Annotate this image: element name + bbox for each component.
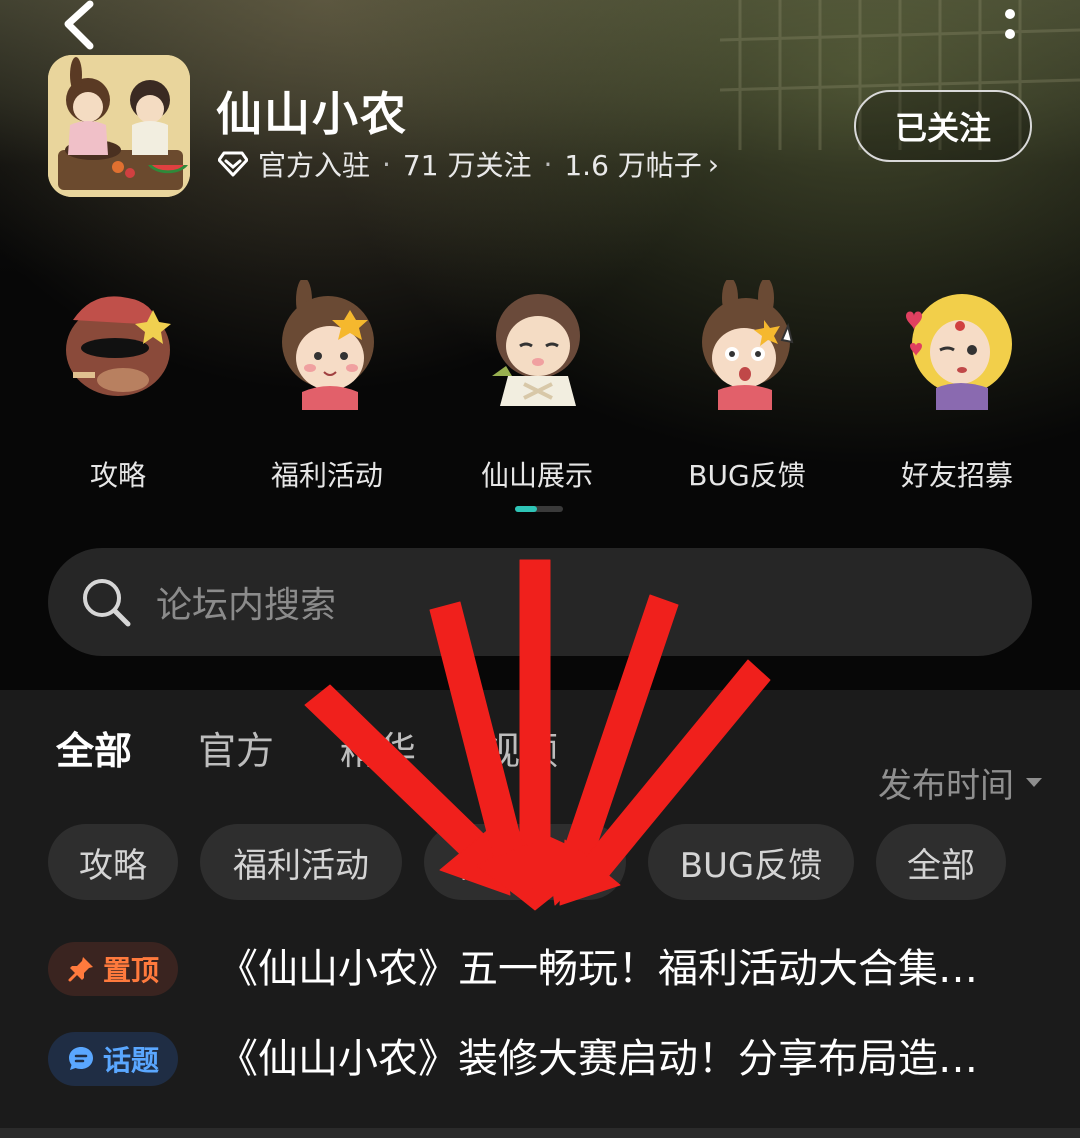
category-label: 仙山展示 — [480, 459, 593, 492]
badge-label: 话题 — [102, 1044, 159, 1077]
feed-section: 全部 官方 精华 视频 发布时间 攻略 福利活动 仙山展示 BUG反馈 全部 置… — [0, 690, 1080, 1138]
chip-guide[interactable]: 攻略 — [48, 824, 178, 900]
posts-count: 1.6 万帖子 — [564, 149, 702, 182]
tab-label: 全部 — [56, 729, 133, 773]
separator: · — [543, 147, 553, 181]
category-shortcuts: 攻略 福利活动 仙山展示 BUG反馈 好友招募 — [0, 270, 1080, 500]
post-title[interactable]: 《仙山小农》五一畅玩！福利活动大合集… — [218, 942, 1018, 996]
chevron-right-icon: › — [707, 147, 719, 181]
tab-video[interactable]: 视频 — [482, 720, 558, 775]
category-friend-recruit[interactable]: 好友招募 — [877, 270, 1037, 500]
sort-label: 发布时间 — [878, 766, 1014, 806]
caret-down-icon — [1026, 778, 1042, 787]
character-girl-flower-avatar-icon — [282, 280, 374, 410]
category-label: 福利活动 — [270, 459, 383, 492]
character-boy-avatar-icon — [492, 294, 580, 406]
post-title[interactable]: 《仙山小农》装修大赛启动！分享布局造… — [218, 1032, 1018, 1086]
chat-bubble-icon — [68, 1047, 93, 1070]
character-girl-surprised-avatar-icon — [702, 280, 794, 410]
character-boar-avatar-icon — [66, 296, 171, 396]
followers-count: 71 万关注 — [402, 149, 532, 182]
post-topic[interactable]: 话题 《仙山小农》装修大赛启动！分享布局造… — [0, 1032, 1080, 1092]
tab-label: 精华 — [340, 729, 417, 773]
category-scroll-indicator — [515, 506, 563, 512]
pinned-badge: 置顶 — [48, 942, 178, 996]
search-input[interactable]: 论坛内搜索 — [48, 548, 1032, 656]
chip-benefits[interactable]: 福利活动 — [200, 824, 402, 900]
tab-official[interactable]: 官方 — [198, 720, 274, 775]
chip-all[interactable]: 全部 — [876, 824, 1006, 900]
tab-all[interactable]: 全部 — [56, 720, 132, 775]
more-options-icon[interactable] — [996, 4, 1024, 48]
search-placeholder: 论坛内搜索 — [156, 585, 337, 626]
back-icon[interactable] — [52, 0, 112, 52]
sort-dropdown[interactable]: 发布时间 — [878, 758, 1042, 807]
category-label: BUG反馈 — [688, 459, 806, 492]
verified-label: 官方入驻 — [258, 149, 371, 182]
tab-label: 官方 — [198, 729, 275, 773]
page-title: 仙山小农 — [216, 87, 408, 141]
chip-bug-report[interactable]: BUG反馈 — [648, 824, 854, 900]
tab-featured[interactable]: 精华 — [340, 720, 416, 775]
character-blonde-avatar-icon — [906, 294, 1012, 410]
category-label: 好友招募 — [900, 459, 1013, 492]
post-pinned[interactable]: 置顶 《仙山小农》五一畅玩！福利活动大合集… — [0, 942, 1080, 1002]
app-icon — [48, 55, 190, 197]
separator: · — [382, 147, 391, 181]
follow-button[interactable]: 已关注 — [854, 90, 1032, 162]
badge-label: 置顶 — [102, 954, 159, 987]
verified-diamond-icon — [218, 151, 248, 177]
category-guide[interactable]: 攻略 — [38, 270, 198, 500]
topic-badge: 话题 — [48, 1032, 178, 1086]
divider — [0, 1128, 1080, 1138]
category-showcase[interactable]: 仙山展示 — [457, 270, 617, 500]
category-bug-report[interactable]: BUG反馈 — [667, 270, 827, 500]
category-label: 攻略 — [89, 459, 146, 492]
tab-label: 视频 — [482, 729, 559, 773]
search-icon — [83, 579, 131, 627]
app-meta[interactable]: 官方入驻 · 71 万关注 · 1.6 万帖子 › — [218, 146, 719, 182]
feed-tabs: 全部 官方 精华 视频 发布时间 — [0, 720, 1080, 806]
chip-showcase[interactable]: 仙山展示 — [424, 824, 626, 900]
category-benefits[interactable]: 福利活动 — [247, 270, 407, 500]
pin-icon — [68, 957, 93, 982]
